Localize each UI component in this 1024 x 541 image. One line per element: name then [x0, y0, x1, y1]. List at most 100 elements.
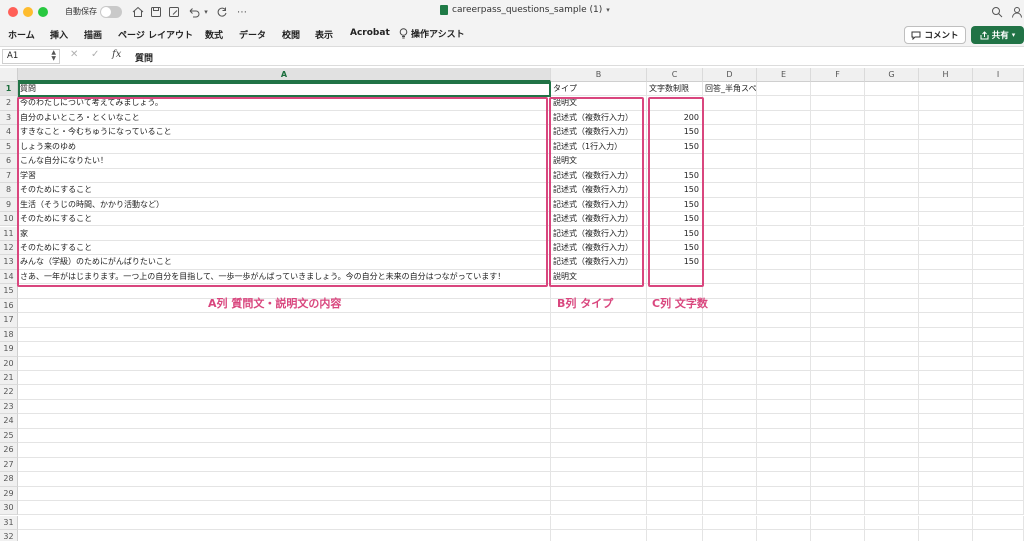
cell-b7[interactable]: 記述式（複数行入力） [551, 168, 647, 184]
row-header[interactable]: 6 [0, 154, 18, 169]
cell-b26[interactable] [551, 443, 647, 458]
cell-b30[interactable] [551, 501, 647, 516]
cell-e28[interactable] [757, 472, 811, 487]
cell-e24[interactable] [757, 414, 811, 429]
cell-b18[interactable] [551, 327, 647, 343]
column-header-h[interactable]: H [919, 68, 973, 82]
cell-b25[interactable] [551, 428, 647, 444]
cell-b8[interactable]: 記述式（複数行入力） [551, 183, 647, 198]
tab-acrobat[interactable]: Acrobat [350, 28, 390, 38]
cell-c27[interactable] [647, 457, 703, 473]
cell-d18[interactable] [703, 327, 757, 343]
cell-a23[interactable] [18, 399, 551, 415]
cell-g20[interactable] [865, 356, 919, 371]
cell-f25[interactable] [811, 428, 865, 444]
cell-i24[interactable] [973, 414, 1024, 429]
cell-i26[interactable] [973, 443, 1024, 458]
row-header[interactable]: 25 [0, 428, 18, 444]
cell-e23[interactable] [757, 399, 811, 415]
cell-c10[interactable]: 150 [647, 212, 703, 227]
cell-f27[interactable] [811, 457, 865, 473]
cell-h19[interactable] [919, 342, 973, 357]
row-header[interactable]: 28 [0, 472, 18, 487]
cell-g17[interactable] [865, 313, 919, 328]
cell-b4[interactable]: 記述式（複数行入力） [551, 125, 647, 140]
cell-g23[interactable] [865, 399, 919, 415]
cell-b3[interactable]: 記述式（複数行入力） [551, 110, 647, 126]
cell-h23[interactable] [919, 399, 973, 415]
cell-a9[interactable]: 生活（そうじの時間、かかり活動など） [18, 197, 551, 213]
cell-c28[interactable] [647, 472, 703, 487]
cell-f29[interactable] [811, 486, 865, 502]
cell-a31[interactable] [18, 515, 551, 530]
cell-a14[interactable]: さあ、一年がはじまります。一つ上の自分を目指して、一歩一歩がんばっていきましょう… [18, 269, 551, 285]
save-icon[interactable] [148, 4, 164, 20]
cell-b17[interactable] [551, 313, 647, 328]
cell-e18[interactable] [757, 327, 811, 343]
cell-a5[interactable]: しょう来のゆめ [18, 139, 551, 155]
cell-g30[interactable] [865, 501, 919, 516]
cell-b10[interactable]: 記述式（複数行入力） [551, 212, 647, 227]
cell-d2[interactable] [703, 96, 757, 111]
cell-c4[interactable]: 150 [647, 125, 703, 140]
row-header[interactable]: 12 [0, 240, 18, 256]
cell-h32[interactable] [919, 529, 973, 541]
cell-g28[interactable] [865, 472, 919, 487]
cell-f4[interactable] [811, 125, 865, 140]
cell-f16[interactable] [811, 298, 865, 314]
cell-e3[interactable] [757, 110, 811, 126]
cell-d27[interactable] [703, 457, 757, 473]
cell-i29[interactable] [973, 486, 1024, 502]
column-header-g[interactable]: G [865, 68, 919, 82]
cell-g16[interactable] [865, 298, 919, 314]
cell-i32[interactable] [973, 529, 1024, 541]
cell-h11[interactable] [919, 226, 973, 241]
cell-f15[interactable] [811, 284, 865, 299]
row-header[interactable]: 31 [0, 515, 18, 530]
row-header[interactable]: 7 [0, 168, 18, 184]
cell-d14[interactable] [703, 269, 757, 285]
cell-b31[interactable] [551, 515, 647, 530]
cell-g1[interactable] [865, 82, 919, 97]
cell-b24[interactable] [551, 414, 647, 429]
redo-icon[interactable] [214, 4, 230, 20]
column-header-a[interactable]: A [18, 68, 551, 82]
row-header[interactable]: 20 [0, 356, 18, 371]
cell-h8[interactable] [919, 183, 973, 198]
cell-f6[interactable] [811, 154, 865, 169]
cell-e20[interactable] [757, 356, 811, 371]
cell-g15[interactable] [865, 284, 919, 299]
more-icon[interactable]: ⋯ [234, 4, 250, 20]
cell-c8[interactable]: 150 [647, 183, 703, 198]
cell-b21[interactable] [551, 371, 647, 386]
cell-i14[interactable] [973, 269, 1024, 285]
close-window-button[interactable] [8, 7, 18, 17]
cell-g19[interactable] [865, 342, 919, 357]
cell-h28[interactable] [919, 472, 973, 487]
stepper-icon[interactable]: ▲ ▼ [51, 50, 56, 62]
cell-i1[interactable] [973, 82, 1024, 97]
row-header[interactable]: 30 [0, 501, 18, 516]
cell-b5[interactable]: 記述式（1行入力） [551, 139, 647, 155]
cell-a18[interactable] [18, 327, 551, 343]
cell-d32[interactable] [703, 529, 757, 541]
cell-g18[interactable] [865, 327, 919, 343]
cell-f18[interactable] [811, 327, 865, 343]
cell-a27[interactable] [18, 457, 551, 473]
cell-i3[interactable] [973, 110, 1024, 126]
cell-a3[interactable]: 自分のよいところ・とくいなこと [18, 110, 551, 126]
row-header[interactable]: 2 [0, 96, 18, 111]
cell-i21[interactable] [973, 371, 1024, 386]
cell-a22[interactable] [18, 385, 551, 400]
cell-e6[interactable] [757, 154, 811, 169]
cell-g13[interactable] [865, 255, 919, 270]
cell-c26[interactable] [647, 443, 703, 458]
cell-e7[interactable] [757, 168, 811, 184]
cell-h21[interactable] [919, 371, 973, 386]
cell-g11[interactable] [865, 226, 919, 241]
cell-f1[interactable] [811, 82, 865, 97]
cell-a12[interactable]: そのためにすること [18, 240, 551, 256]
cell-i10[interactable] [973, 212, 1024, 227]
cell-a24[interactable] [18, 414, 551, 429]
cell-a13[interactable]: みんな（学級）のためにがんばりたいこと [18, 255, 551, 270]
